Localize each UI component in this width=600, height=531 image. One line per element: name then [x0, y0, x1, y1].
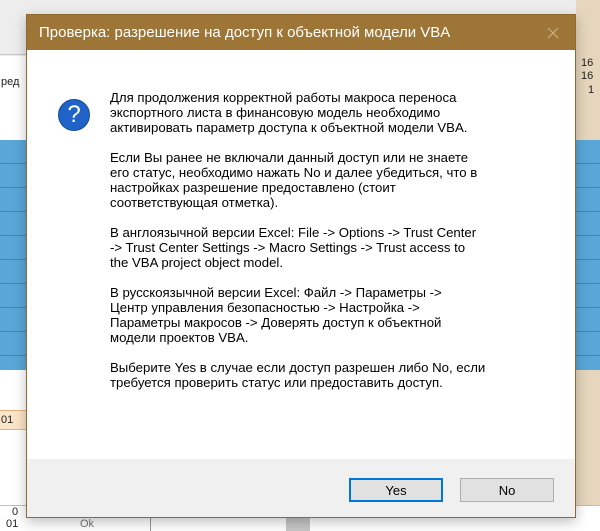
close-icon — [547, 27, 559, 38]
close-button[interactable] — [531, 15, 575, 50]
message-paragraph-1: Для продолжения корректной работы макрос… — [110, 90, 468, 135]
dialog-message: Для продолжения корректной работы макрос… — [110, 90, 560, 405]
dialog-titlebar[interactable]: Проверка: разрешение на доступ к объектн… — [27, 15, 575, 50]
question-icon: ? — [58, 99, 90, 131]
vba-access-dialog: Проверка: разрешение на доступ к объектн… — [26, 14, 576, 518]
cell-bottom-01: 01 — [6, 518, 19, 530]
cell-right-top-3: 1 — [588, 84, 595, 96]
message-paragraph-3: В англоязычной версии Excel: File -> Opt… — [110, 225, 477, 270]
dialog-content: ? Для продолжения корректной работы макр… — [27, 50, 575, 459]
cell-bottom-0: 0 — [12, 506, 19, 518]
dialog-footer: Yes No — [27, 459, 575, 517]
excel-right-grid-lines — [576, 140, 600, 370]
message-paragraph-5: Выберите Yes в случае если доступ разреш… — [110, 360, 486, 390]
yes-button[interactable]: Yes — [349, 478, 443, 502]
dialog-title: Проверка: разрешение на доступ к объектн… — [39, 24, 451, 41]
message-paragraph-4: В русскоязычной версии Excel: Файл -> Па… — [110, 285, 442, 345]
cell-left-orange: 01 — [1, 414, 14, 426]
excel-left-grid-lines — [0, 140, 26, 370]
cell-right-top-1: 16 — [581, 57, 594, 69]
no-button[interactable]: No — [460, 478, 554, 502]
cell-bottom-ok: Ok — [80, 518, 95, 530]
cell-left-header: ред — [1, 76, 20, 88]
cell-right-top-2: 16 — [581, 70, 594, 82]
message-paragraph-2: Если Вы ранее не включали данный доступ … — [110, 150, 478, 210]
